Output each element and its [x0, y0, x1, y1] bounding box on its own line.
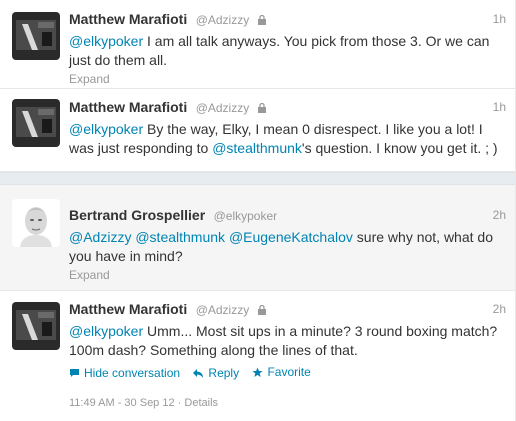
tweet-item[interactable]: Matthew Marafioti @Adzizzy 1h @elkypoker…: [0, 89, 516, 172]
mention-link[interactable]: @elkypoker: [69, 33, 143, 49]
tweet-text: @elkypoker By the way, Elky, I mean 0 di…: [69, 120, 506, 158]
tweet-actions: Hide conversation Reply Favorite: [69, 364, 506, 380]
avatar[interactable]: [12, 12, 60, 60]
lock-icon: [257, 305, 266, 315]
username[interactable]: @elkypoker: [214, 209, 278, 223]
tweet-item[interactable]: Matthew Marafioti @Adzizzy 2h @elkypoker…: [0, 291, 516, 419]
reply-icon: [193, 368, 204, 378]
mention-link[interactable]: @EugeneKatchalov: [229, 229, 353, 245]
hide-conversation-label: Hide conversation: [84, 365, 181, 380]
username[interactable]: @Adzizzy: [196, 13, 250, 27]
tweet-header: Matthew Marafioti @Adzizzy 1h: [69, 10, 506, 28]
mention-link[interactable]: @stealthmunk: [212, 140, 302, 156]
tweet-feed: Matthew Marafioti @Adzizzy 1h @elkypoker…: [0, 0, 516, 421]
lock-icon: [257, 103, 266, 113]
conversation-separator: [0, 172, 516, 185]
tweet-text: @Adzizzy @stealthmunk @EugeneKatchalov s…: [69, 228, 506, 266]
avatar-image: [12, 12, 60, 60]
mention-link[interactable]: @elkypoker: [69, 323, 143, 339]
meta-separator: ·: [177, 397, 182, 409]
fullname[interactable]: Matthew Marafioti: [69, 301, 187, 317]
tweet-item[interactable]: Matthew Marafioti @Adzizzy 1h @elkypoker…: [0, 0, 516, 89]
lock-icon: [257, 15, 266, 25]
star-icon: [252, 367, 263, 377]
mention-link[interactable]: @stealthmunk: [135, 229, 225, 245]
tweet-item[interactable]: Bertrand Grospellier @elkypoker 2h @Adzi…: [0, 185, 516, 291]
avatar[interactable]: [12, 99, 60, 147]
expand-link[interactable]: Expand: [69, 72, 110, 86]
tweet-header: Matthew Marafioti @Adzizzy 2h: [69, 300, 506, 318]
avatar[interactable]: [12, 199, 60, 247]
tweet-time[interactable]: 1h: [493, 98, 506, 116]
tweet-header: Matthew Marafioti @Adzizzy 1h: [69, 98, 506, 116]
avatar-image: [12, 302, 60, 350]
reply-label: Reply: [208, 366, 240, 380]
fullname[interactable]: Matthew Marafioti: [69, 99, 187, 115]
tweet-time[interactable]: 1h: [493, 10, 506, 28]
tweet-text: @elkypoker I am all talk anyways. You pi…: [69, 32, 506, 70]
mention-link[interactable]: @elkypoker: [69, 121, 143, 137]
avatar[interactable]: [12, 302, 60, 350]
tweet-text: @elkypoker Umm... Most sit ups in a minu…: [69, 322, 506, 360]
timestamp[interactable]: 11:49 AM - 30 Sep 12: [69, 397, 175, 409]
expand-link[interactable]: Expand: [69, 268, 110, 282]
mention-link[interactable]: @Adzizzy: [69, 229, 131, 245]
fullname[interactable]: Matthew Marafioti: [69, 11, 187, 27]
avatar-image: [12, 199, 60, 247]
avatar-image: [12, 99, 60, 147]
username[interactable]: @Adzizzy: [196, 101, 250, 115]
favorite-button[interactable]: Favorite: [252, 364, 311, 380]
tweet-time[interactable]: 2h: [493, 300, 506, 318]
hide-conversation-button[interactable]: Hide conversation: [69, 365, 180, 381]
tweet-text-segment: 's question. I know you get it. ; ): [301, 140, 498, 156]
reply-button[interactable]: Reply: [193, 365, 239, 381]
speech-bubble-icon: [70, 368, 79, 377]
details-link[interactable]: Details: [184, 397, 218, 409]
tweet-header: Bertrand Grospellier @elkypoker 2h: [69, 206, 506, 224]
username[interactable]: @Adzizzy: [196, 303, 250, 317]
tweet-meta: 11:49 AM - 30 Sep 12 · Details: [69, 397, 506, 409]
favorite-label: Favorite: [267, 365, 311, 379]
fullname[interactable]: Bertrand Grospellier: [69, 207, 205, 223]
tweet-time[interactable]: 2h: [493, 206, 506, 224]
